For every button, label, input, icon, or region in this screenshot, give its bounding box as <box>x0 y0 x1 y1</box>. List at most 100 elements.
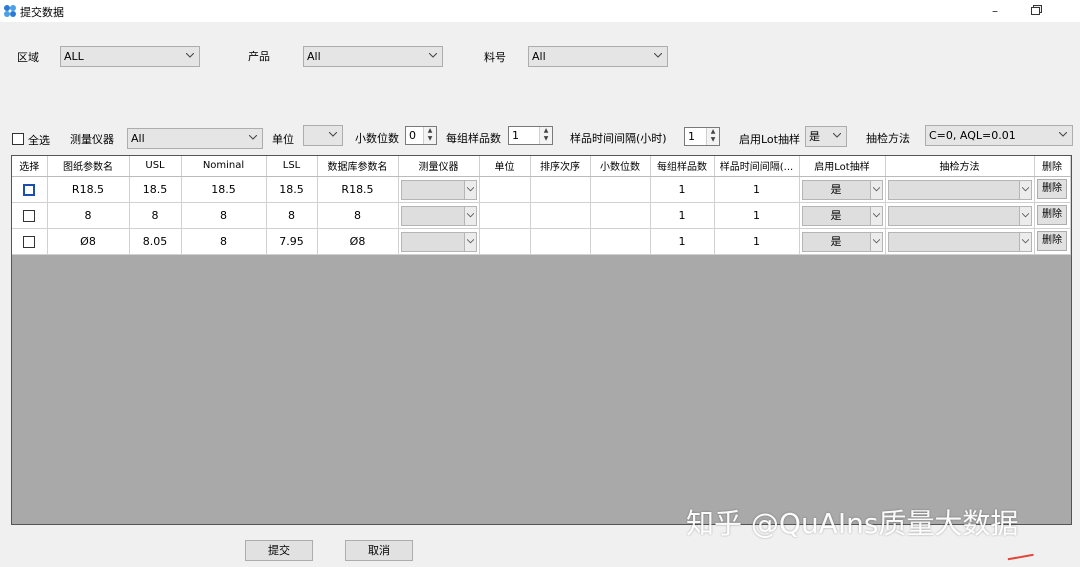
samples-cell[interactable]: 1 <box>650 228 715 255</box>
select-cell[interactable] <box>12 228 48 255</box>
row-checkbox[interactable] <box>23 183 36 196</box>
instrument-cell[interactable] <box>398 202 480 229</box>
chevron-down-icon[interactable] <box>463 232 476 251</box>
db-name-cell[interactable]: Ø8 <box>317 228 399 255</box>
region-combo[interactable]: ALL <box>60 46 200 67</box>
lot-cell-combo[interactable]: 是 <box>801 205 883 226</box>
spin-up-icon[interactable]: ▲ <box>707 128 719 136</box>
lot-combo[interactable]: 是 <box>805 126 847 147</box>
interval-cell[interactable]: 1 <box>714 228 800 255</box>
interval-spinner[interactable]: 1 ▲ ▼ <box>684 127 720 146</box>
usl-cell[interactable]: 8.05 <box>129 228 182 255</box>
db-name-cell[interactable]: 8 <box>317 202 399 229</box>
chevron-down-icon[interactable] <box>463 206 476 225</box>
column-header[interactable]: 单位 <box>479 156 531 177</box>
unit-cell[interactable] <box>479 176 531 203</box>
nominal-cell[interactable]: 8 <box>181 228 267 255</box>
unit-cell[interactable] <box>479 202 531 229</box>
chevron-down-icon[interactable] <box>1018 206 1031 225</box>
select-all-checkbox[interactable] <box>12 133 24 145</box>
chevron-down-icon[interactable] <box>869 180 882 199</box>
drawing-name-cell[interactable]: R18.5 <box>47 176 130 203</box>
table-row[interactable]: R18.5 18.5 18.5 18.5 R18.5 1 1 是删除 <box>12 176 1071 203</box>
lot-cell-combo[interactable]: 是 <box>801 179 883 200</box>
column-header[interactable]: 删除 <box>1034 156 1071 177</box>
product-combo[interactable]: All <box>303 46 443 67</box>
lot-cell-combo[interactable]: 是 <box>801 231 883 252</box>
nominal-cell[interactable]: 8 <box>181 202 267 229</box>
column-header[interactable]: 抽检方法 <box>885 156 1035 177</box>
data-grid[interactable]: 选择 图纸参数名 USL Nominal LSL 数据库参数名 测量仪器 单位 排序次序 小数位数… <box>11 155 1072 525</box>
drawing-name-cell[interactable]: Ø8 <box>47 228 130 255</box>
unit-cell[interactable] <box>479 228 531 255</box>
spin-down-icon[interactable]: ▼ <box>540 135 552 143</box>
column-header[interactable]: 启用Lot抽样 <box>799 156 886 177</box>
delete-row-button[interactable]: 删除 <box>1037 179 1067 199</box>
samples-cell[interactable]: 1 <box>650 176 715 203</box>
method-cell[interactable] <box>885 202 1035 229</box>
submit-button[interactable]: 提交 <box>245 540 313 561</box>
row-checkbox[interactable] <box>23 235 36 248</box>
method-cell[interactable] <box>885 176 1035 203</box>
column-header[interactable]: 选择 <box>12 156 48 177</box>
usl-cell[interactable]: 18.5 <box>129 176 182 203</box>
method-cell-combo[interactable] <box>887 179 1032 200</box>
select-cell[interactable] <box>12 202 48 229</box>
column-header[interactable]: 小数位数 <box>590 156 651 177</box>
interval-cell[interactable]: 1 <box>714 202 800 229</box>
lsl-cell[interactable]: 7.95 <box>266 228 318 255</box>
column-header[interactable]: 图纸参数名 <box>47 156 130 177</box>
samples-spinner[interactable]: 1 ▲ ▼ <box>508 126 553 145</box>
order-cell[interactable] <box>530 228 591 255</box>
table-row[interactable]: Ø8 8.05 8 7.95 Ø8 1 1 是删除 <box>12 228 1071 255</box>
drawing-name-cell[interactable]: 8 <box>47 202 130 229</box>
order-cell[interactable] <box>530 176 591 203</box>
table-row[interactable]: 8 8 8 8 8 1 1 是删除 <box>12 202 1071 229</box>
method-combo[interactable]: C=0, AQL=0.01 <box>925 125 1073 146</box>
samples-cell[interactable]: 1 <box>650 202 715 229</box>
interval-cell[interactable]: 1 <box>714 176 800 203</box>
instrument-cell[interactable] <box>398 176 480 203</box>
instrument-cell-combo[interactable] <box>400 205 477 226</box>
spin-up-icon[interactable]: ▲ <box>540 127 552 135</box>
column-header[interactable]: 数据库参数名 <box>317 156 399 177</box>
row-checkbox[interactable] <box>23 209 36 222</box>
select-cell[interactable] <box>12 176 48 203</box>
nominal-cell[interactable]: 18.5 <box>181 176 267 203</box>
column-header[interactable]: 每组样品数 <box>650 156 715 177</box>
column-header[interactable]: 样品时间间隔(... <box>714 156 800 177</box>
lot-cell[interactable]: 是 <box>799 176 886 203</box>
lsl-cell[interactable]: 18.5 <box>266 176 318 203</box>
spin-down-icon[interactable]: ▼ <box>707 136 719 144</box>
method-cell-combo[interactable] <box>887 205 1032 226</box>
decimals-cell[interactable] <box>590 176 651 203</box>
order-cell[interactable] <box>530 202 591 229</box>
chevron-down-icon[interactable] <box>1018 232 1031 251</box>
instrument-cell[interactable] <box>398 228 480 255</box>
chevron-down-icon[interactable] <box>1018 180 1031 199</box>
cancel-button[interactable]: 取消 <box>345 540 413 561</box>
db-name-cell[interactable]: R18.5 <box>317 176 399 203</box>
chevron-down-icon[interactable] <box>869 232 882 251</box>
chevron-down-icon[interactable] <box>869 206 882 225</box>
lot-cell[interactable]: 是 <box>799 228 886 255</box>
column-header[interactable]: 测量仪器 <box>398 156 480 177</box>
decimals-spinner[interactable]: 0 ▲ ▼ <box>405 126 437 145</box>
instrument-cell-combo[interactable] <box>400 179 477 200</box>
decimals-cell[interactable] <box>590 202 651 229</box>
usl-cell[interactable]: 8 <box>129 202 182 229</box>
spin-down-icon[interactable]: ▼ <box>424 135 436 143</box>
part-combo[interactable]: All <box>528 46 668 67</box>
lsl-cell[interactable]: 8 <box>266 202 318 229</box>
method-cell[interactable] <box>885 228 1035 255</box>
column-header[interactable]: LSL <box>266 156 318 177</box>
decimals-cell[interactable] <box>590 228 651 255</box>
lot-cell[interactable]: 是 <box>799 202 886 229</box>
spin-up-icon[interactable]: ▲ <box>424 127 436 135</box>
method-cell-combo[interactable] <box>887 231 1032 252</box>
unit-combo[interactable] <box>303 125 343 146</box>
delete-row-button[interactable]: 删除 <box>1037 231 1067 251</box>
column-header[interactable]: USL <box>129 156 182 177</box>
delete-row-button[interactable]: 删除 <box>1037 205 1067 225</box>
minimize-button[interactable]: – <box>980 2 1010 20</box>
